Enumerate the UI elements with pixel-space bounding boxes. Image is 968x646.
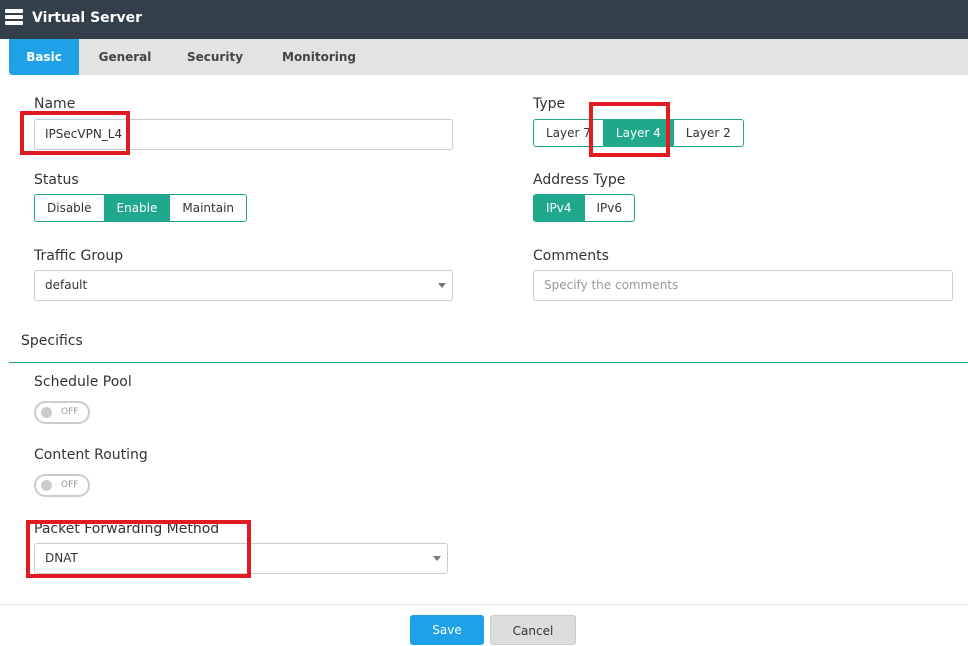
type-label: Type: [533, 96, 566, 112]
highlight-box: [589, 102, 670, 157]
section-divider: [9, 362, 968, 363]
comments-input[interactable]: Specify the comments: [533, 270, 953, 301]
type-layer2[interactable]: Layer 2: [672, 120, 743, 146]
footer-divider: [0, 604, 968, 605]
tab-basic[interactable]: Basic: [9, 39, 79, 75]
schedule-pool-toggle[interactable]: OFF: [34, 401, 90, 424]
traffic-group-value: default: [45, 278, 88, 292]
save-button[interactable]: Save: [410, 615, 484, 645]
address-type-segmented: IPv4 IPv6: [533, 194, 636, 222]
tab-general[interactable]: General: [89, 39, 161, 75]
tab-security[interactable]: Security: [179, 39, 251, 75]
tab-monitoring[interactable]: Monitoring: [271, 39, 367, 75]
toggle-state: OFF: [61, 407, 79, 417]
status-label: Status: [34, 172, 79, 188]
address-ipv6[interactable]: IPv6: [583, 195, 635, 221]
toggle-state: OFF: [61, 480, 79, 490]
server-icon: [5, 9, 23, 25]
window-header: Virtual Server: [0, 0, 968, 39]
content-routing-label: Content Routing: [34, 447, 148, 463]
window-title: Virtual Server: [32, 10, 143, 26]
highlight-box: [20, 111, 130, 155]
chevron-down-icon: [438, 283, 446, 292]
chevron-down-icon: [433, 556, 441, 565]
status-segmented: Disable Enable Maintain: [34, 194, 248, 222]
traffic-group-select[interactable]: default: [34, 270, 453, 301]
address-ipv4[interactable]: IPv4: [534, 195, 584, 221]
name-label: Name: [34, 96, 76, 112]
address-type-label: Address Type: [533, 172, 626, 188]
status-enable[interactable]: Enable: [103, 195, 170, 221]
schedule-pool-label: Schedule Pool: [34, 374, 132, 390]
specifics-heading: Specifics: [21, 333, 83, 349]
cancel-button[interactable]: Cancel: [490, 615, 576, 645]
tab-bar: Basic General Security Monitoring: [9, 39, 968, 75]
content-routing-toggle[interactable]: OFF: [34, 474, 90, 497]
status-maintain[interactable]: Maintain: [169, 195, 246, 221]
status-disable[interactable]: Disable: [35, 195, 104, 221]
comments-label: Comments: [533, 248, 609, 264]
traffic-group-label: Traffic Group: [34, 248, 124, 264]
highlight-box: [26, 520, 251, 578]
